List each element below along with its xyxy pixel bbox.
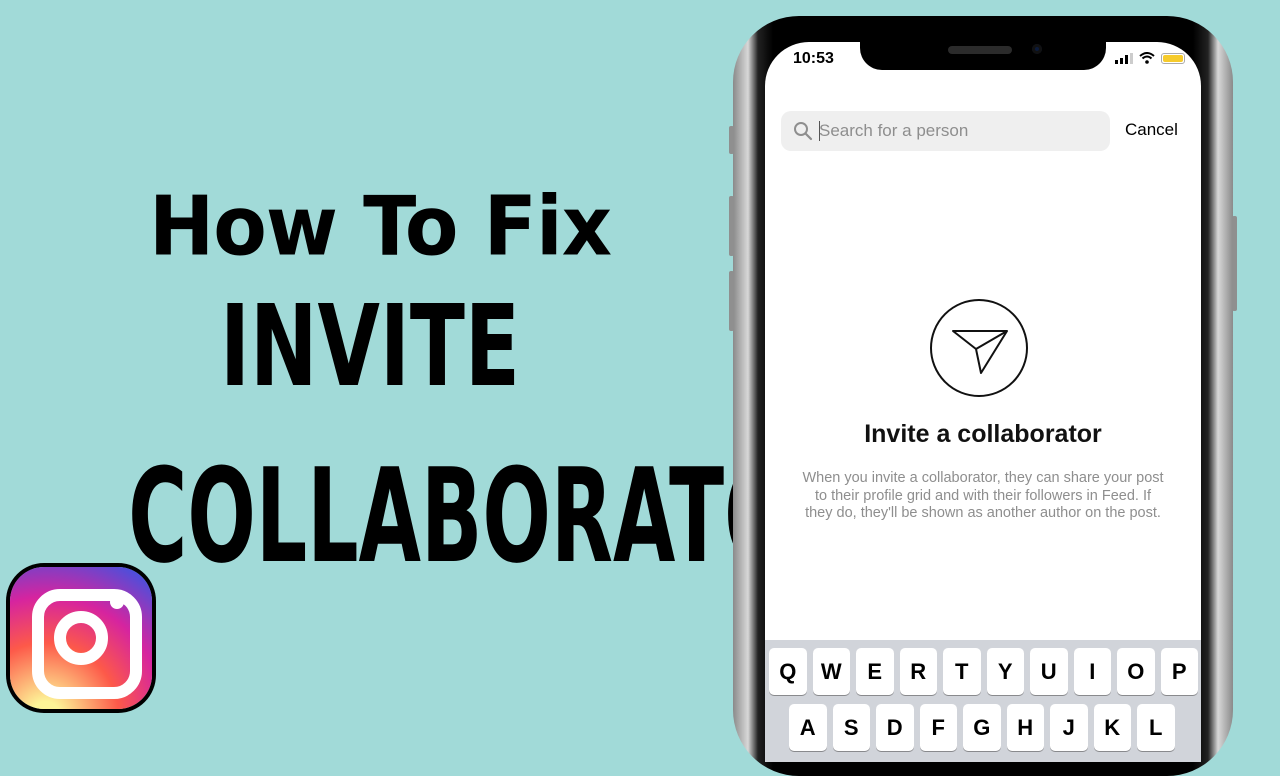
key-k[interactable]: K (1093, 704, 1131, 751)
front-camera (1032, 44, 1042, 54)
status-icons (1115, 52, 1185, 64)
key-s[interactable]: S (832, 704, 870, 751)
key-d[interactable]: D (876, 704, 914, 751)
wifi-icon (1139, 52, 1155, 64)
send-icon-container (930, 299, 1028, 397)
instagram-logo-lens (54, 611, 108, 665)
headline-invite: INVITE (219, 282, 520, 412)
empty-state-description: When you invite a collaborator, they can… (802, 470, 1164, 521)
empty-state-title: Invite a collaborator (864, 420, 1102, 448)
battery-icon (1161, 52, 1185, 64)
key-g[interactable]: G (963, 704, 1001, 751)
key-i[interactable]: I (1073, 648, 1111, 695)
cellular-signal-icon (1115, 52, 1133, 64)
key-u[interactable]: U (1030, 648, 1068, 695)
instagram-logo-icon (10, 567, 152, 709)
key-l[interactable]: L (1137, 704, 1175, 751)
phone-volume-down (729, 271, 734, 331)
search-input[interactable] (819, 111, 1099, 151)
phone-power-button (1232, 216, 1237, 311)
phone-volume-up (729, 196, 734, 256)
phone-screen: 10:53 Cancel (765, 42, 1201, 762)
key-y[interactable]: Y (986, 648, 1024, 695)
key-p[interactable]: P (1160, 648, 1198, 695)
phone-notch (860, 42, 1106, 70)
key-h[interactable]: H (1006, 704, 1044, 751)
cancel-button[interactable]: Cancel (1125, 120, 1178, 140)
key-j[interactable]: J (1050, 704, 1088, 751)
key-w[interactable]: W (812, 648, 850, 695)
send-icon (952, 330, 1008, 374)
key-o[interactable]: O (1117, 648, 1155, 695)
keyboard-row-2: ASDFGHJKL (789, 704, 1175, 751)
key-f[interactable]: F (919, 704, 957, 751)
headline-how-to-fix: How To Fix (149, 179, 612, 275)
search-icon (794, 122, 813, 141)
status-time: 10:53 (793, 50, 834, 67)
phone-mute-switch (729, 126, 734, 154)
key-a[interactable]: A (789, 704, 827, 751)
key-r[interactable]: R (899, 648, 937, 695)
instagram-logo-dot (110, 595, 124, 609)
search-bar[interactable] (781, 111, 1110, 151)
key-q[interactable]: Q (769, 648, 807, 695)
keyboard: QWERTYUIOP ASDFGHJKL (765, 640, 1201, 762)
key-e[interactable]: E (856, 648, 894, 695)
headline-collaborator: COLLABORATOR (128, 440, 855, 592)
key-t[interactable]: T (943, 648, 981, 695)
phone-frame: 10:53 Cancel (729, 16, 1237, 776)
speaker-grille (948, 46, 1012, 54)
keyboard-row-1: QWERTYUIOP (769, 648, 1198, 695)
